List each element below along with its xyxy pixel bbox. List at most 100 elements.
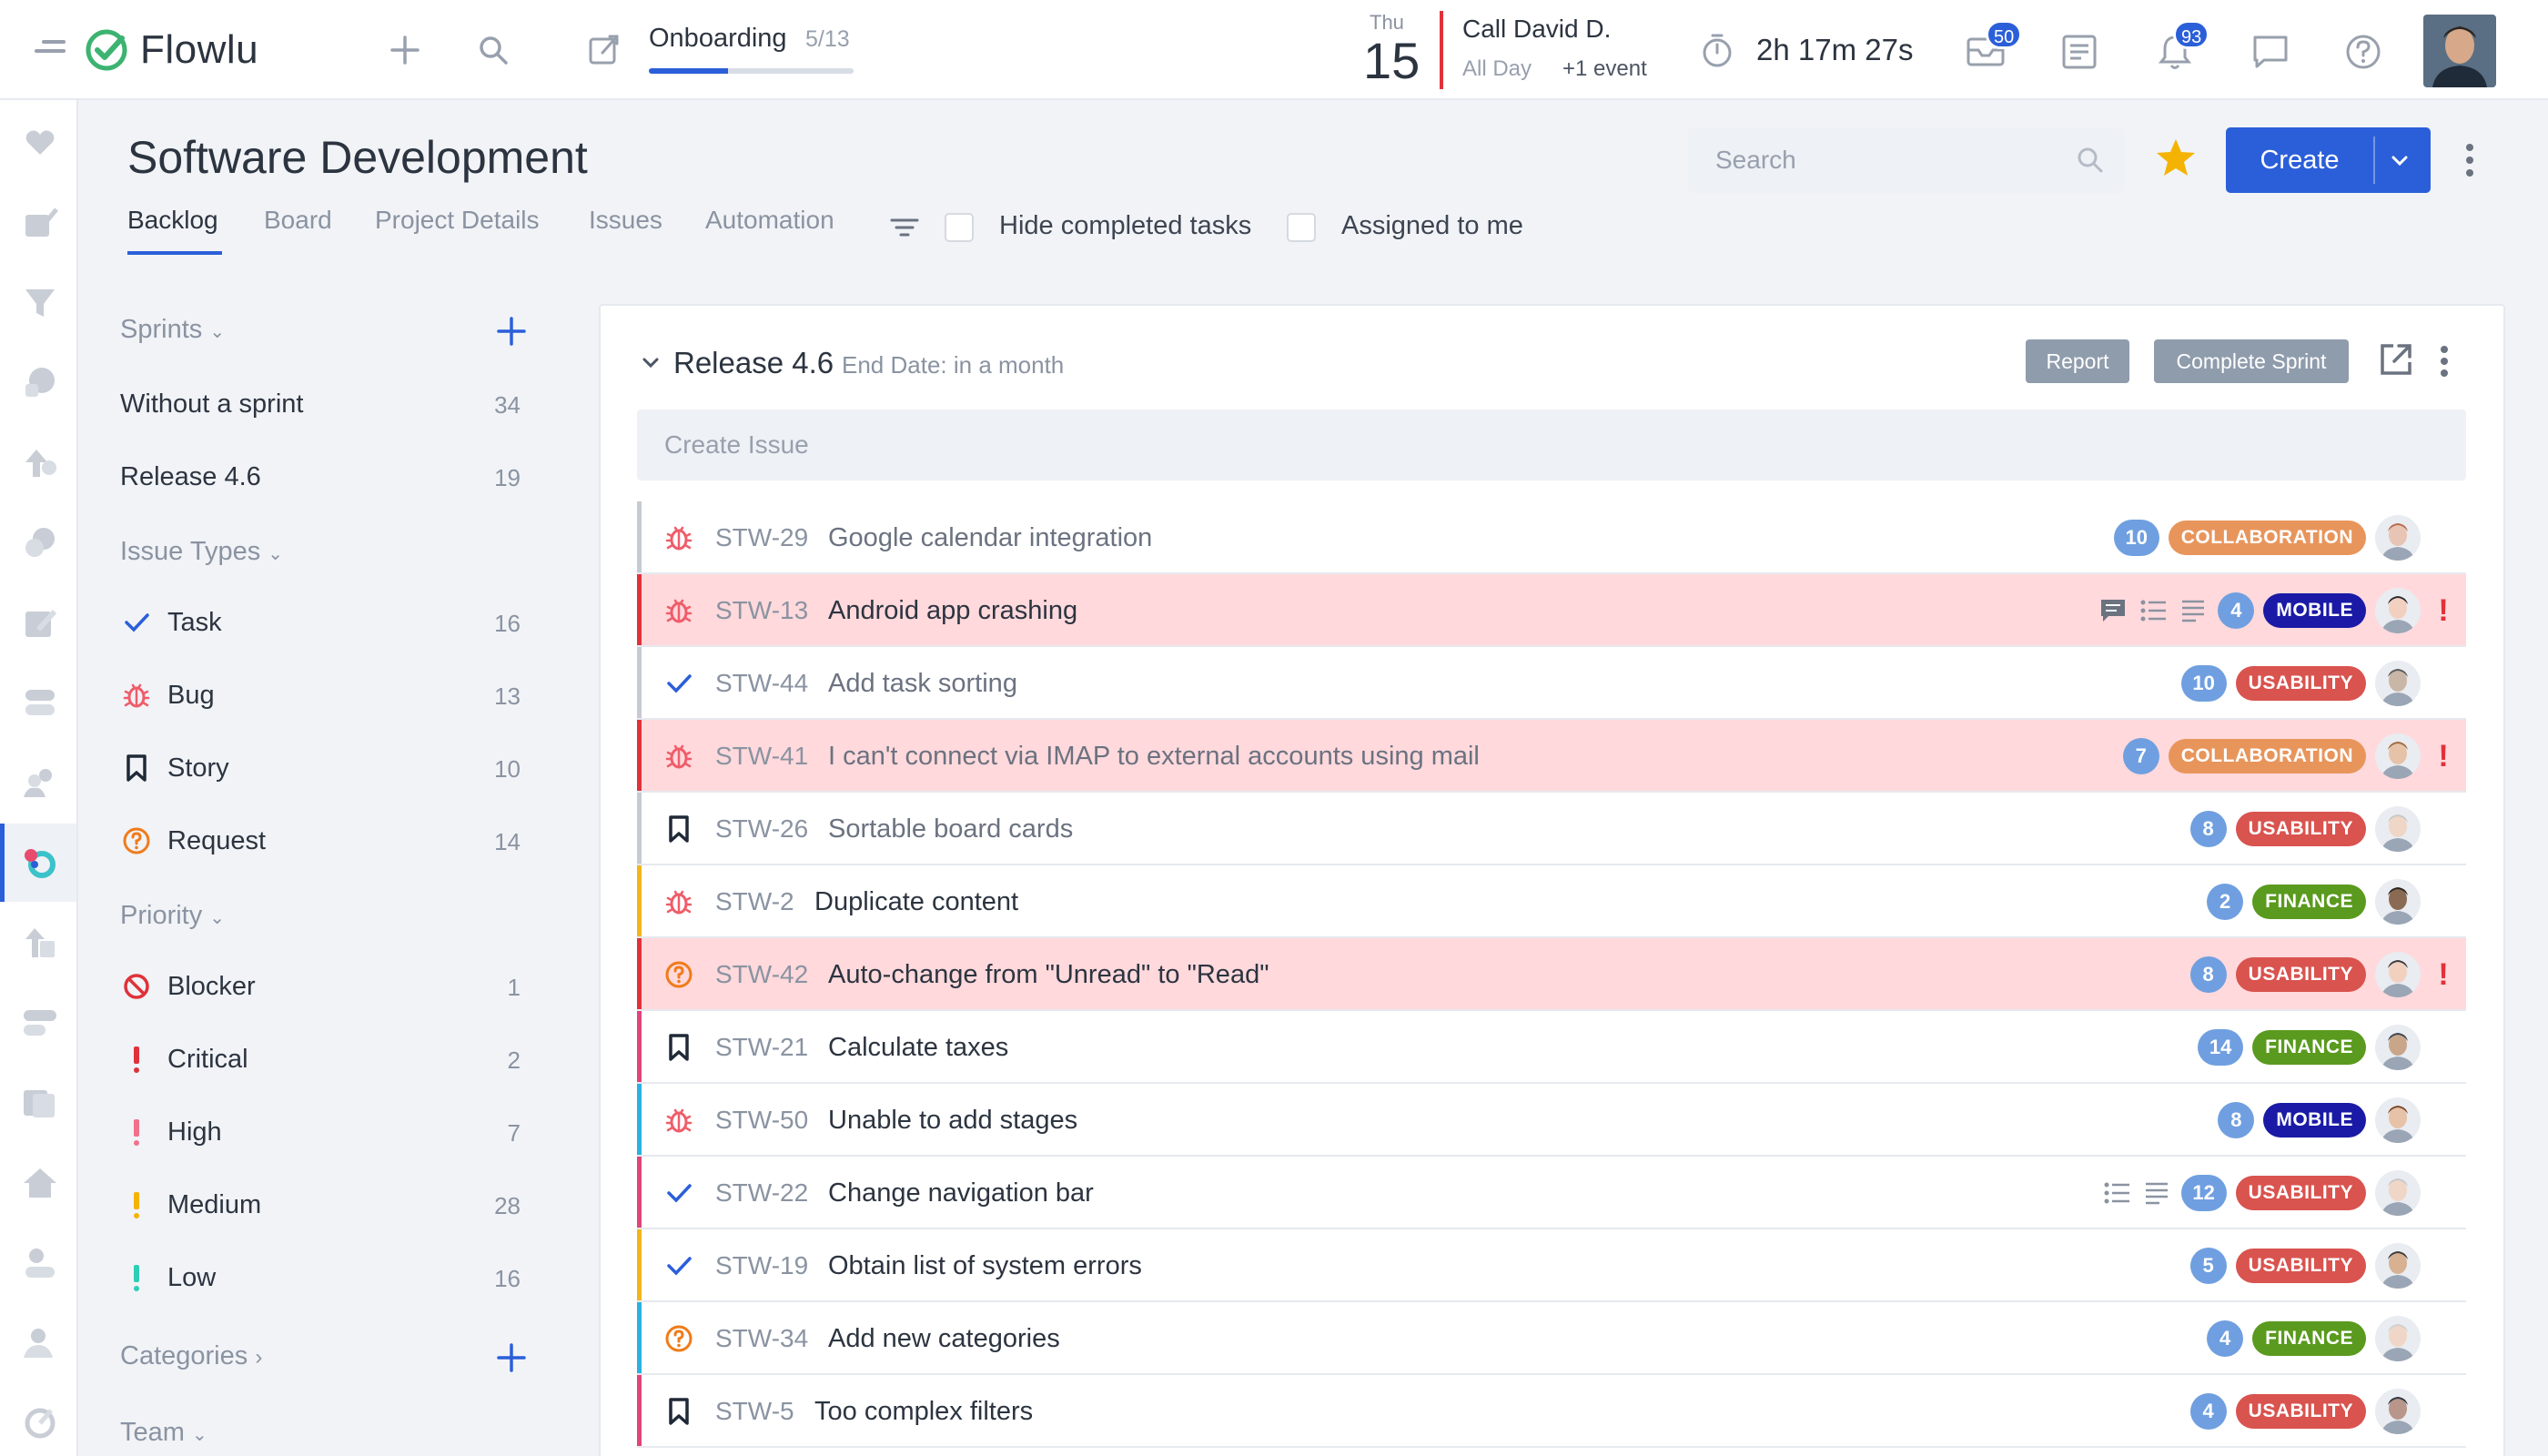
- issue-row[interactable]: STW-26 Sortable board cards 8 USABILITY: [637, 793, 2466, 865]
- issue-row[interactable]: STW-5 Too complex filters 4 USABILITY: [637, 1375, 2466, 1448]
- create-button-label[interactable]: Create: [2226, 127, 2373, 193]
- menu-toggle-icon[interactable]: [35, 40, 66, 60]
- app-name[interactable]: Flowlu: [140, 27, 258, 73]
- issue-key[interactable]: STW-41: [715, 742, 808, 771]
- issue-row[interactable]: STW-21 Calculate taxes 14 FINANCE: [637, 1011, 2466, 1084]
- issue-row[interactable]: STW-50 Unable to add stages 8 MOBILE: [637, 1084, 2466, 1157]
- search-field-icon[interactable]: [2076, 146, 2105, 179]
- rail-agile-icon[interactable]: [20, 843, 60, 883]
- rail-upload-icon[interactable]: [20, 442, 60, 482]
- checklist-icon[interactable]: [2101, 1178, 2132, 1208]
- rail-crm-icon[interactable]: [20, 122, 60, 162]
- issue-types-heading[interactable]: Issue Types ⌄: [120, 537, 283, 567]
- rail-settings-icon[interactable]: [20, 1403, 60, 1443]
- issue-key[interactable]: STW-50: [715, 1106, 808, 1135]
- category-tag[interactable]: FINANCE: [2252, 885, 2366, 919]
- priority-medium[interactable]: Medium 28: [120, 1179, 521, 1234]
- category-tag[interactable]: USABILITY: [2235, 957, 2366, 992]
- hide-completed-label[interactable]: Hide completed tasks: [999, 211, 1251, 241]
- issue-row[interactable]: STW-13 Android app crashing 4 MOBILE!: [637, 574, 2466, 647]
- description-icon[interactable]: [2141, 1178, 2172, 1208]
- issue-title[interactable]: Add task sorting: [828, 669, 1017, 699]
- issue-key[interactable]: STW-22: [715, 1178, 808, 1208]
- issue-row[interactable]: STW-29 Google calendar integration 10 COLLA…: [637, 501, 2466, 574]
- category-tag[interactable]: FINANCE: [2252, 1321, 2366, 1356]
- rail-support-icon[interactable]: [20, 362, 60, 402]
- notes-icon[interactable]: [2057, 29, 2102, 75]
- category-tag[interactable]: USABILITY: [2235, 666, 2366, 701]
- assignee-avatar[interactable]: [2375, 733, 2421, 779]
- issue-row[interactable]: STW-2 Duplicate content 2 FINANCE: [637, 865, 2466, 938]
- assignee-avatar[interactable]: [2375, 1316, 2421, 1361]
- issue-row[interactable]: STW-19 Obtain list of system errors 5 USABI…: [637, 1229, 2466, 1302]
- more-options-icon[interactable]: [2464, 142, 2475, 183]
- filter-icon[interactable]: [888, 213, 921, 247]
- assignee-avatar[interactable]: [2375, 1170, 2421, 1216]
- help-icon[interactable]: [2341, 29, 2386, 75]
- tab-board[interactable]: Board: [264, 206, 332, 235]
- category-tag[interactable]: MOBILE: [2263, 1103, 2366, 1138]
- issue-title[interactable]: Too complex filters: [814, 1397, 1033, 1427]
- tab-backlog[interactable]: Backlog: [127, 206, 218, 235]
- checklist-icon[interactable]: [2138, 595, 2169, 626]
- rail-toggle-icon[interactable]: [20, 682, 60, 723]
- issue-key[interactable]: STW-44: [715, 669, 808, 698]
- rail-book-icon[interactable]: [20, 1083, 60, 1123]
- priority-high[interactable]: High 7: [120, 1107, 521, 1161]
- create-dropdown-icon[interactable]: [2386, 147, 2413, 182]
- category-tag[interactable]: USABILITY: [2235, 1249, 2366, 1283]
- category-tag[interactable]: USABILITY: [2235, 1394, 2366, 1429]
- issue-title[interactable]: Android app crashing: [828, 596, 1077, 626]
- tab-automation[interactable]: Automation: [705, 206, 834, 235]
- issue-row[interactable]: STW-22 Change navigation bar 12 USABILITY: [637, 1157, 2466, 1229]
- timer-value[interactable]: 2h 17m 27s: [1756, 33, 1913, 67]
- issue-key[interactable]: STW-5: [715, 1397, 794, 1426]
- category-tag[interactable]: MOBILE: [2263, 593, 2366, 628]
- favorite-star-icon[interactable]: [2155, 136, 2197, 183]
- sprint-more-icon[interactable]: [2439, 344, 2450, 383]
- sprints-heading[interactable]: Sprints ⌄: [120, 315, 225, 345]
- add-sprint-icon[interactable]: [495, 315, 528, 352]
- issue-type-request[interactable]: Request 14: [120, 815, 521, 870]
- assignee-avatar[interactable]: [2375, 661, 2421, 706]
- calendar-event-title[interactable]: Call David D.: [1462, 15, 1611, 44]
- report-button[interactable]: Report: [2026, 339, 2129, 383]
- issue-row[interactable]: STW-41 I can't connect via IMAP to extern…: [637, 720, 2466, 793]
- category-tag[interactable]: USABILITY: [2235, 812, 2366, 846]
- open-external-icon[interactable]: [2377, 340, 2415, 383]
- issue-key[interactable]: STW-13: [715, 596, 808, 625]
- issue-title[interactable]: Obtain list of system errors: [828, 1251, 1142, 1281]
- assignee-avatar[interactable]: [2375, 1097, 2421, 1143]
- rail-funnel-icon[interactable]: [20, 282, 60, 322]
- assignee-avatar[interactable]: [2375, 879, 2421, 925]
- search-input[interactable]: [1688, 127, 2125, 193]
- timer-icon[interactable]: [1694, 27, 1740, 73]
- issue-title[interactable]: Auto-change from "Unread" to "Read": [828, 960, 1269, 990]
- category-tag[interactable]: COLLABORATION: [2168, 739, 2366, 774]
- issue-title[interactable]: Calculate taxes: [828, 1033, 1008, 1063]
- issue-title[interactable]: Unable to add stages: [828, 1106, 1077, 1136]
- rail-users-icon[interactable]: [20, 1323, 60, 1363]
- assignee-avatar[interactable]: [2375, 588, 2421, 633]
- issue-type-bug[interactable]: Bug 13: [120, 670, 521, 724]
- tab-project-details[interactable]: Project Details: [375, 206, 540, 235]
- issue-key[interactable]: STW-29: [715, 523, 808, 552]
- issue-type-task[interactable]: Task 16: [120, 597, 521, 652]
- rail-tasks-icon[interactable]: [20, 202, 60, 242]
- sprint-item-release[interactable]: Release 4.6 19: [120, 451, 521, 506]
- issue-title[interactable]: Sortable board cards: [828, 814, 1073, 844]
- issue-key[interactable]: STW-19: [715, 1251, 808, 1280]
- issue-key[interactable]: STW-34: [715, 1324, 808, 1353]
- rail-home-icon[interactable]: [20, 1163, 60, 1203]
- issue-key[interactable]: STW-21: [715, 1033, 808, 1062]
- assignee-avatar[interactable]: [2375, 1389, 2421, 1434]
- issue-title[interactable]: Google calendar integration: [828, 523, 1152, 553]
- category-tag[interactable]: COLLABORATION: [2168, 521, 2366, 555]
- assignee-avatar[interactable]: [2375, 1243, 2421, 1289]
- issue-key[interactable]: STW-26: [715, 814, 808, 844]
- team-heading[interactable]: Team ⌄: [120, 1418, 207, 1448]
- calendar-day[interactable]: 15: [1363, 31, 1420, 90]
- rail-profile-icon[interactable]: [20, 1243, 60, 1283]
- categories-heading[interactable]: Categories ›: [120, 1341, 262, 1371]
- calendar-more-events[interactable]: +1 event: [1562, 56, 1647, 82]
